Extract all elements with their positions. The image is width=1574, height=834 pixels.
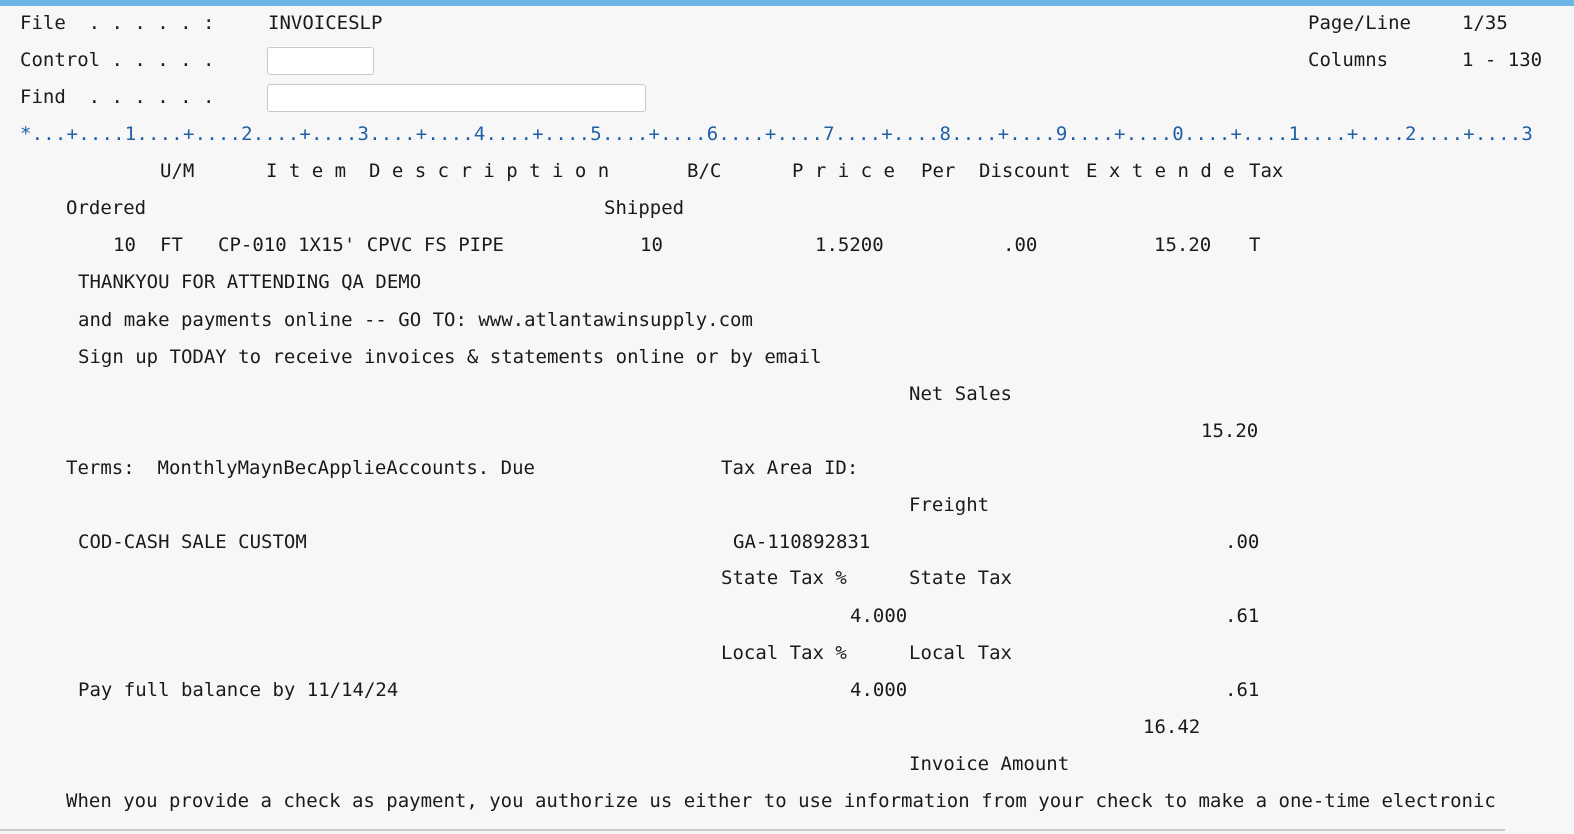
col-um: U/M [160,160,195,182]
net-sales-value: 15.20 [1201,420,1259,442]
local-tax-pct-label: Local Tax % [721,642,847,664]
col-extended: E x t e n d e [1086,160,1235,182]
item-extended: 15.20 [1154,234,1212,256]
item-shipped: 10 [640,234,663,256]
cod-text: COD-CASH SALE CUSTOM [78,531,307,553]
net-sales-label: Net Sales [909,383,1012,405]
item-tax: T [1249,234,1261,256]
item-um: FT [160,234,183,256]
tax-area-label: Tax Area ID: [721,457,859,479]
item-description: CP-010 1X15' CPVC FS PIPE [218,234,504,256]
columns-value: 1 - 130 [1462,49,1543,71]
columns-label: Columns [1308,49,1389,71]
item-discount: .00 [1003,234,1038,256]
pay-by-text: Pay full balance by 11/14/24 [78,679,399,701]
freight-value: .00 [1225,531,1260,553]
message-line: Sign up TODAY to receive invoices & stat… [78,346,822,368]
invoice-amount-value: 16.42 [1143,716,1201,738]
col-item-description: I t e m D e s c r i p t i o n [266,160,610,182]
local-tax-label: Local Tax [909,642,1012,664]
local-tax-value: .61 [1225,679,1260,701]
horizontal-scrollbar[interactable] [0,829,1505,831]
page-line-label: Page/Line [1308,12,1411,34]
page-line-value: 1/35 [1462,12,1508,34]
message-line: and make payments online -- GO TO: www.a… [78,309,753,331]
state-tax-value: .61 [1225,605,1260,627]
col-discount: Discount [979,160,1071,182]
find-input[interactable] [267,84,646,112]
column-ruler: *...+....1....+....2....+....3....+....4… [20,123,1534,145]
col-price: P r i c e [792,160,895,182]
item-ordered: 10 [113,234,136,256]
col-per: Per [921,160,956,182]
item-price: 1.5200 [815,234,884,256]
window-top-bar [0,0,1574,6]
local-tax-pct-value: 4.000 [850,679,908,701]
message-line: THANKYOU FOR ATTENDING QA DEMO [78,271,422,293]
freight-label: Freight [909,494,990,516]
state-tax-pct-label: State Tax % [721,567,847,589]
state-tax-pct-value: 4.000 [850,605,908,627]
state-tax-label: State Tax [909,567,1012,589]
col-shipped: Shipped [604,197,685,219]
col-ordered: Ordered [66,197,147,219]
terms-text: Terms: MonthlyMaynBecApplieAccounts. Due [66,457,535,479]
find-label: Find . . . . . . [20,86,215,108]
tax-area-value: GA-110892831 [733,531,871,553]
control-input[interactable] [267,47,374,75]
col-tax: Tax [1249,160,1284,182]
invoice-amount-label: Invoice Amount [909,753,1070,775]
col-bc: B/C [687,160,722,182]
file-value: INVOICESLP [268,12,383,34]
file-label: File . . . . . : [20,12,215,34]
footer-disclaimer: When you provide a check as payment, you… [66,790,1496,812]
control-label: Control . . . . . [20,49,215,71]
